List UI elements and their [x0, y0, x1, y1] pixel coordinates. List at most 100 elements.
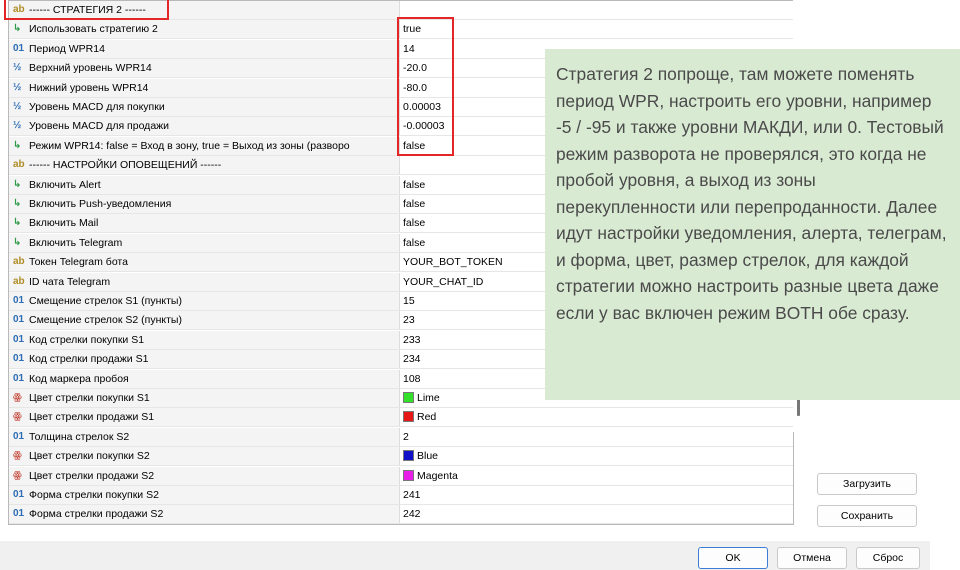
param-row[interactable]: ꙮ Цвет стрелки покупки S2 Blue — [9, 447, 793, 467]
param-value[interactable]: 234 — [403, 353, 421, 365]
param-name: Токен Telegram бота — [29, 256, 128, 269]
bool-icon: ↳ — [13, 139, 22, 151]
color-icon: ꙮ — [13, 469, 22, 481]
param-value-cell[interactable]: Magenta — [403, 467, 788, 485]
param-value[interactable]: 0.00003 — [403, 101, 441, 113]
param-value[interactable]: 241 — [403, 489, 421, 501]
param-name-cell: 01 Смещение стрелок S1 (пункты) — [9, 292, 400, 310]
color-swatch — [403, 469, 414, 481]
param-name-cell: ↳ Включить Alert — [9, 175, 400, 194]
param-value-cell[interactable]: true — [403, 20, 788, 38]
param-name-cell: 01 Код маркера пробоя — [9, 369, 400, 388]
param-value[interactable]: Blue — [417, 450, 438, 462]
param-value-cell[interactable]: 242 — [403, 505, 788, 523]
param-value-cell[interactable]: Red — [403, 408, 788, 426]
param-value[interactable]: -0.00003 — [403, 120, 444, 132]
dialog-button-bar: OK Отмена Сброс — [0, 541, 930, 570]
param-value-cell[interactable]: 241 — [403, 486, 788, 504]
bool-icon: ↳ — [13, 178, 22, 190]
param-value[interactable]: Red — [417, 411, 436, 423]
param-value[interactable]: false — [403, 179, 425, 191]
param-name-cell: ↳ Режим WPR14: false = Вход в зону, true … — [9, 136, 400, 155]
param-name-cell: ab ID чата Telegram — [9, 272, 400, 291]
integer-icon: 01 — [13, 372, 25, 384]
color-swatch — [403, 411, 414, 423]
param-value-cell[interactable] — [403, 1, 788, 19]
param-value[interactable]: 15 — [403, 295, 415, 307]
param-name-cell: 01 Код стрелки продажи S1 — [9, 350, 400, 369]
param-value[interactable]: 108 — [403, 373, 421, 385]
integer-icon: 01 — [13, 489, 25, 500]
param-name-cell: ↳ Включить Push-уведомления — [9, 195, 400, 213]
param-name-cell: ↳ Использовать стратегию 2 — [9, 20, 400, 39]
param-name: Использовать стратегию 2 — [29, 23, 158, 36]
param-value[interactable]: 23 — [403, 314, 415, 326]
param-row[interactable]: ꙮ Цвет стрелки продажи S2 Magenta — [9, 466, 793, 486]
double-icon: ½ — [13, 120, 22, 132]
param-name-cell: ꙮ Цвет стрелки продажи S1 — [9, 408, 400, 427]
param-name: Период WPR14 — [29, 42, 105, 55]
param-name: Включить Telegram — [29, 236, 123, 249]
param-name: Форма стрелки покупки S2 — [29, 489, 159, 501]
param-value[interactable]: YOUR_CHAT_ID — [403, 276, 483, 288]
param-row[interactable]: 01 Толщина стрелок S2 2 — [9, 427, 793, 447]
param-value[interactable]: -80.0 — [403, 82, 427, 94]
param-name: Включить Push-уведомления — [29, 198, 172, 210]
param-row[interactable]: 01 Форма стрелки продажи S2 242 — [9, 505, 793, 524]
param-value[interactable]: false — [403, 237, 425, 249]
param-name: Код маркера пробоя — [29, 372, 129, 385]
param-value[interactable]: Lime — [417, 392, 440, 404]
param-row[interactable]: ↳ Использовать стратегию 2 true — [9, 20, 793, 40]
param-value[interactable]: true — [403, 23, 421, 35]
param-value-cell[interactable]: 2 — [403, 428, 788, 446]
param-name: Цвет стрелки покупки S2 — [29, 450, 150, 463]
param-name: Уровень MACD для продажи — [29, 120, 170, 133]
string-icon: ab — [13, 4, 25, 15]
param-name-cell: ½ Уровень MACD для продажи — [9, 117, 400, 136]
param-value[interactable]: 2 — [403, 431, 409, 443]
load-button[interactable]: Загрузить — [817, 473, 917, 495]
string-icon: ab — [13, 159, 25, 171]
param-value[interactable]: -20.0 — [403, 62, 427, 74]
param-name-cell: 01 Толщина стрелок S2 — [9, 427, 400, 446]
annotation-note: Стратегия 2 попроще, там можете поменять… — [545, 49, 960, 400]
cancel-button[interactable]: Отмена — [777, 547, 847, 569]
ok-button[interactable]: OK — [698, 547, 768, 569]
param-value[interactable]: false — [403, 198, 425, 210]
param-name: Режим WPR14: false = Вход в зону, true =… — [29, 139, 350, 152]
param-value-cell[interactable]: Blue — [403, 447, 788, 465]
param-row[interactable]: ꙮ Цвет стрелки продажи S1 Red — [9, 408, 793, 428]
param-value[interactable]: YOUR_BOT_TOKEN — [403, 256, 503, 268]
param-name-cell: ↳ Включить Mail — [9, 214, 400, 233]
param-name: Цвет стрелки покупки S1 — [29, 392, 150, 404]
param-value[interactable]: 233 — [403, 334, 421, 346]
param-value[interactable]: 242 — [403, 508, 421, 520]
param-name: Цвет стрелки продажи S1 — [29, 411, 155, 424]
param-name-cell: ½ Верхний уровень WPR14 — [9, 59, 400, 78]
bool-icon: ↳ — [13, 198, 22, 209]
param-name: Включить Alert — [29, 178, 101, 191]
scrollbar-thumb[interactable] — [797, 398, 800, 416]
param-name: Код стрелки продажи S1 — [29, 353, 149, 366]
save-button[interactable]: Сохранить — [817, 505, 917, 527]
color-icon: ꙮ — [13, 392, 22, 403]
param-name-cell: ab Токен Telegram бота — [9, 253, 400, 272]
param-row[interactable]: ab ------ СТРАТЕГИЯ 2 ------ — [9, 1, 793, 20]
param-name-cell: ½ Нижний уровень WPR14 — [9, 78, 400, 97]
param-name: Цвет стрелки продажи S2 — [29, 469, 155, 482]
integer-icon: 01 — [13, 295, 25, 306]
param-value[interactable]: 14 — [403, 43, 415, 55]
param-name: ------ СТРАТЕГИЯ 2 ------ — [29, 4, 146, 16]
param-name: Смещение стрелок S2 (пункты) — [29, 314, 182, 327]
reset-button[interactable]: Сброс — [856, 547, 920, 569]
param-value[interactable]: false — [403, 217, 425, 229]
integer-icon: 01 — [13, 42, 25, 54]
param-value[interactable]: false — [403, 140, 425, 152]
bool-icon: ↳ — [13, 236, 22, 248]
param-name-cell: ꙮ Цвет стрелки покупки S2 — [9, 447, 400, 466]
string-icon: ab — [13, 275, 25, 287]
param-value[interactable]: Magenta — [417, 470, 458, 482]
param-name: ID чата Telegram — [29, 275, 111, 288]
param-row[interactable]: 01 Форма стрелки покупки S2 241 — [9, 486, 793, 505]
integer-icon: 01 — [13, 430, 25, 442]
